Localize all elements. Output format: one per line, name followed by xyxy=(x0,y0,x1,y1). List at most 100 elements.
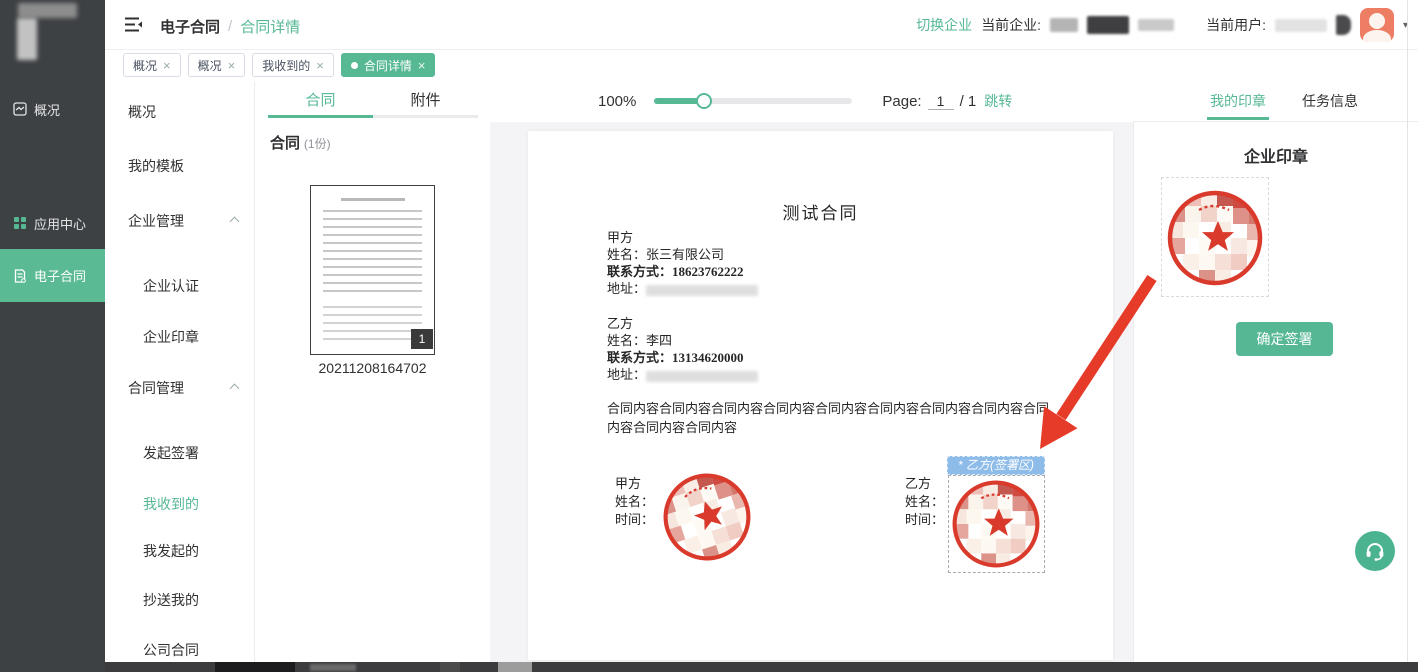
seal-panel-title: 企业印章 xyxy=(1134,143,1418,167)
party-b-sign-zone[interactable] xyxy=(948,475,1045,573)
customer-service-button[interactable] xyxy=(1355,531,1395,571)
menu-item-label: 我的模板 xyxy=(128,158,184,174)
right-tab-my-seal[interactable]: 我的印章 xyxy=(1210,91,1266,111)
sign-party: 乙方 xyxy=(905,475,944,493)
close-icon[interactable]: × xyxy=(316,58,324,73)
sign-time-label: 时间： xyxy=(905,511,944,529)
contract-body-line: 合同内容合同内容合同内容合同内容合同内容合同内容合同内容合同内容合同 xyxy=(607,399,1059,418)
menu-item-label: 抄送我的 xyxy=(143,592,199,608)
zoom-page-controls: 100% Page: / 1 跳转 xyxy=(598,80,1012,122)
menu-item-cc-to-me[interactable]: 抄送我的 xyxy=(105,588,254,612)
redacted-address xyxy=(646,371,758,382)
menu-item-initiate-sign[interactable]: 发起签署 xyxy=(105,441,254,465)
active-dot-icon xyxy=(351,62,358,69)
breadcrumb-current: 合同详情 xyxy=(240,16,300,37)
party-a-info: 甲方 姓名：张三有限公司 联系方式：18623762222 地址： xyxy=(607,229,758,297)
tab-chip-overview-1[interactable]: 概况 × xyxy=(123,53,181,77)
background-window-block xyxy=(215,662,295,672)
sign-name-label: 姓名： xyxy=(905,493,944,511)
party-b-heading: 乙方 xyxy=(607,315,758,332)
close-icon[interactable]: × xyxy=(228,58,236,73)
party-a-address: 地址： xyxy=(607,280,758,297)
secondary-sidebar: 概况 我的模板 企业管理 企业认证 企业印章 合同管理 发起签署 我收到的 我发… xyxy=(105,82,255,662)
viewer-tab-attachment[interactable]: 附件 xyxy=(373,89,478,110)
party-b-contact: 联系方式：13134620000 xyxy=(607,349,758,366)
menu-item-company-management[interactable]: 企业管理 xyxy=(105,209,254,233)
headset-icon xyxy=(1364,540,1386,562)
party-a-seal-stamp xyxy=(661,471,753,563)
menu-item-contract-management[interactable]: 合同管理 xyxy=(105,376,254,400)
menu-item-label: 概况 xyxy=(128,104,156,120)
contract-doc-icon xyxy=(13,269,27,283)
thumbnail-text-lines xyxy=(323,306,422,344)
party-a-signature-labels: 甲方 姓名： 时间： xyxy=(615,475,654,529)
confirm-sign-button[interactable]: 确定签署 xyxy=(1236,322,1333,356)
redacted-company-name xyxy=(1050,18,1078,32)
sidebar-item-overview[interactable]: 概况 xyxy=(0,94,105,124)
menu-item-company-contracts[interactable]: 公司合同 xyxy=(105,638,254,662)
thumbnail-count: (1份) xyxy=(304,137,331,151)
menu-item-overview[interactable]: 概况 xyxy=(105,100,254,124)
switch-company-link[interactable]: 切换企业 xyxy=(916,15,972,35)
thumbnail-text-line xyxy=(341,198,405,201)
address-label: 地址： xyxy=(607,281,646,296)
tab-chip-label: 概况 xyxy=(133,57,157,74)
menu-item-my-templates[interactable]: 我的模板 xyxy=(105,154,254,178)
page-jump-link[interactable]: 跳转 xyxy=(984,91,1012,111)
tab-chip-received[interactable]: 我收到的 × xyxy=(252,53,334,77)
tab-chip-label: 概况 xyxy=(198,57,222,74)
viewer-tab-underline xyxy=(268,115,478,118)
apps-grid-icon xyxy=(13,216,27,230)
seal-panel: 企业印章 确定签署 xyxy=(1133,122,1418,662)
overview-chart-icon xyxy=(13,102,27,116)
tab-chip-overview-2[interactable]: 概况 × xyxy=(188,53,246,77)
zoom-slider[interactable] xyxy=(654,98,852,104)
page-label: Page: xyxy=(882,93,921,110)
user-avatar[interactable] xyxy=(1360,8,1394,42)
party-a-heading: 甲方 xyxy=(607,229,758,246)
menu-item-label: 企业管理 xyxy=(128,213,184,229)
thumbnail-heading: 合同 (1份) xyxy=(270,132,331,153)
menu-item-company-auth[interactable]: 企业认证 xyxy=(105,274,254,298)
page-thumbnail[interactable]: 1 xyxy=(310,185,435,355)
close-icon[interactable]: × xyxy=(163,58,171,73)
sign-party: 甲方 xyxy=(615,475,654,493)
zoom-level-value: 100% xyxy=(598,93,636,110)
chevron-up-icon xyxy=(230,384,240,394)
company-seal-draggable[interactable] xyxy=(1161,177,1269,297)
page-number-badge: 1 xyxy=(411,329,433,349)
sidebar-item-label: 概况 xyxy=(34,100,60,119)
right-tab-task-info[interactable]: 任务信息 xyxy=(1302,91,1358,111)
background-window-block xyxy=(498,662,532,672)
zoom-slider-handle[interactable] xyxy=(696,93,712,109)
menu-item-label: 我收到的 xyxy=(143,496,199,512)
background-window-block xyxy=(440,662,460,672)
menu-item-company-seal[interactable]: 企业印章 xyxy=(105,325,254,349)
right-tab-underline xyxy=(1207,117,1269,120)
viewer-tab-contract[interactable]: 合同 xyxy=(268,89,373,110)
page-number-input[interactable] xyxy=(928,93,954,110)
tab-chip-contract-detail[interactable]: 合同详情 × xyxy=(341,53,436,77)
menu-item-label: 合同管理 xyxy=(128,380,184,396)
sidebar-item-app-center[interactable]: 应用中心 xyxy=(0,208,105,238)
background-window-strip xyxy=(105,662,1418,672)
sidebar-item-e-contract[interactable]: 电子合同 xyxy=(0,249,105,302)
close-icon[interactable]: × xyxy=(418,58,426,73)
collapse-menu-icon[interactable] xyxy=(125,17,142,32)
company-seal-stamp xyxy=(1165,188,1265,288)
party-b-info: 乙方 姓名：李四 联系方式：13134620000 地址： xyxy=(607,315,758,383)
menu-item-initiated-by-me[interactable]: 我发起的 xyxy=(105,539,254,563)
background-window-block xyxy=(310,664,356,671)
app-window: 概况 应用中心 电子合同 电子合同 xyxy=(0,0,1418,672)
sign-name-label: 姓名： xyxy=(615,493,654,511)
breadcrumb-separator: / xyxy=(228,18,232,35)
contract-page: 测试合同 甲方 姓名：张三有限公司 联系方式：18623762222 地址： 乙… xyxy=(528,131,1113,660)
window-right-edge xyxy=(1407,0,1408,662)
current-user-label: 当前用户: xyxy=(1206,15,1266,35)
breadcrumb: 电子合同 / 合同详情 xyxy=(160,16,300,37)
sign-zone-label: * 乙方(签署区) xyxy=(947,456,1045,475)
menu-item-received[interactable]: 我收到的 xyxy=(105,492,254,516)
contract-title: 测试合同 xyxy=(528,199,1113,224)
right-panel-divider xyxy=(1133,121,1418,122)
breadcrumb-root[interactable]: 电子合同 xyxy=(160,16,220,37)
